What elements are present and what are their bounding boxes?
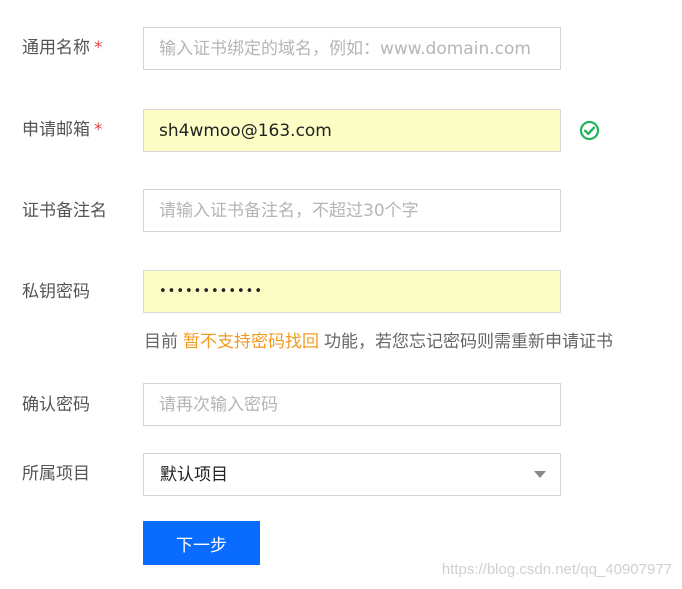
- email-label-text: 申请邮箱: [22, 120, 90, 140]
- required-mark: *: [94, 120, 103, 140]
- next-step-button[interactable]: 下一步: [143, 521, 260, 565]
- private-key-password-input[interactable]: [143, 270, 561, 313]
- confirm-password-label: 确认密码: [22, 395, 90, 415]
- email-input[interactable]: [143, 109, 561, 152]
- confirm-password-input[interactable]: [143, 383, 561, 426]
- password-hint: 目前 暂不支持密码找回 功能，若您忘记密码则需重新申请证书: [144, 332, 613, 352]
- hint-prefix: 目前: [144, 332, 178, 352]
- common-name-input[interactable]: [143, 27, 561, 70]
- watermark: https://blog.csdn.net/qq_40907977: [441, 561, 672, 578]
- common-name-label-text: 通用名称: [22, 38, 90, 58]
- project-selected-value: 默认项目: [160, 465, 228, 485]
- hint-suffix: 功能，若您忘记密码则需重新申请证书: [324, 332, 613, 352]
- common-name-label: 通用名称 *: [22, 38, 103, 58]
- project-select[interactable]: 默认项目: [143, 453, 561, 496]
- caret-down-icon: [534, 471, 546, 478]
- check-circle-icon: [579, 120, 600, 141]
- cert-application-form: 通用名称* 申请邮箱* 证书备注名 私钥密码 目前暂不支持密码找回功能，若您忘记…: [0, 0, 682, 589]
- cert-remark-label: 证书备注名: [22, 201, 107, 221]
- email-label: 申请邮箱 *: [22, 120, 103, 140]
- project-label: 所属项目: [22, 464, 90, 484]
- required-mark: *: [94, 38, 103, 58]
- private-key-password-label: 私钥密码: [22, 282, 90, 302]
- cert-remark-input[interactable]: [143, 189, 561, 232]
- hint-warning: 暂不支持密码找回: [183, 332, 319, 352]
